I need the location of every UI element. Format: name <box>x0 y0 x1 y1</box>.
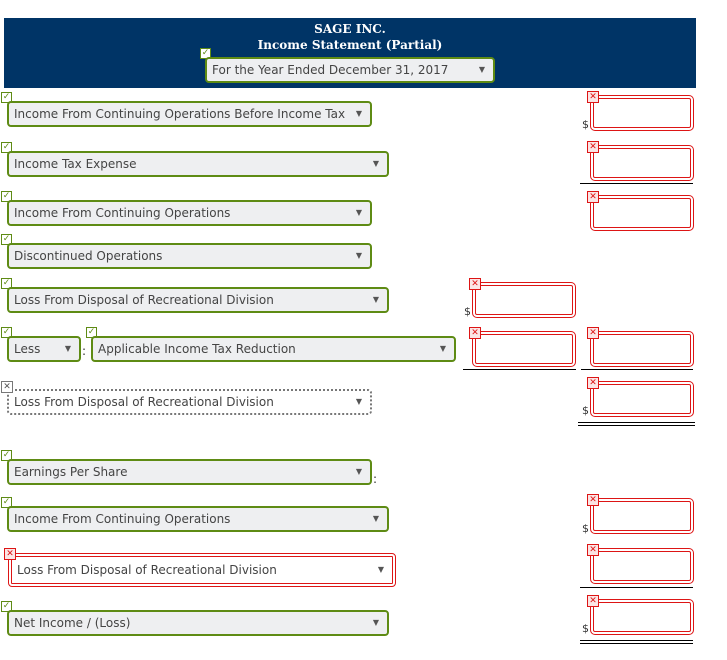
select-value: Income From Continuing Operations <box>14 206 231 220</box>
line-item-select[interactable]: Net Income / (Loss) ▼ <box>7 610 389 636</box>
unanswered-icon: ✕ <box>1 381 13 393</box>
incorrect-icon: ✕ <box>587 544 599 556</box>
subtotal-line <box>580 183 693 184</box>
chevron-down-icon: ▼ <box>478 65 485 74</box>
incorrect-icon: ✕ <box>469 327 481 339</box>
incorrect-icon: ✕ <box>587 141 599 153</box>
chevron-down-icon: ▼ <box>355 397 362 406</box>
chevron-down-icon: ▼ <box>439 344 446 353</box>
select-value: Loss From Disposal of Recreational Divis… <box>14 395 274 409</box>
line-item-select[interactable]: Income Tax Expense ▼ <box>7 151 389 177</box>
line-item-select[interactable]: Loss From Disposal of Recreational Divis… <box>7 287 389 313</box>
line-item-select[interactable]: Applicable Income Tax Reduction ▼ <box>91 336 456 362</box>
dollar-sign: $ <box>464 305 471 318</box>
statement-header: SAGE INC. Income Statement (Partial) ✓ F… <box>4 18 696 88</box>
amount-input[interactable] <box>590 145 694 181</box>
chevron-down-icon: ▼ <box>355 467 362 476</box>
chevron-down-icon: ▼ <box>372 514 379 523</box>
period-select[interactable]: For the Year Ended December 31, 2017 ▼ <box>205 57 495 83</box>
dollar-sign: $ <box>582 522 589 535</box>
select-value: Discontinued Operations <box>14 249 163 263</box>
colon-separator: : <box>373 472 378 486</box>
select-value: Net Income / (Loss) <box>14 616 131 630</box>
amount-input[interactable] <box>472 282 576 318</box>
select-value: Less <box>14 342 41 356</box>
amount-input[interactable] <box>590 548 694 584</box>
dollar-sign: $ <box>582 404 589 417</box>
chevron-down-icon: ▼ <box>355 251 362 260</box>
less-select[interactable]: Less ▼ <box>7 336 81 362</box>
amount-input[interactable] <box>590 195 694 231</box>
incorrect-icon: ✕ <box>587 327 599 339</box>
incorrect-icon: ✕ <box>587 191 599 203</box>
chevron-down-icon: ▼ <box>355 208 362 217</box>
chevron-down-icon: ▼ <box>372 618 379 627</box>
total-double-line <box>580 640 693 644</box>
chevron-down-icon: ▼ <box>355 109 362 118</box>
total-double-line <box>578 422 695 426</box>
amount-input[interactable] <box>590 381 694 417</box>
line-item-select[interactable]: Income From Continuing Operations Before… <box>7 101 372 127</box>
incorrect-icon: ✕ <box>587 494 599 506</box>
incorrect-icon: ✕ <box>587 91 599 103</box>
incorrect-icon: ✕ <box>587 595 599 607</box>
dollar-sign: $ <box>582 118 589 131</box>
dollar-sign: $ <box>582 622 589 635</box>
subtotal-line <box>581 369 693 370</box>
company-name: SAGE INC. <box>314 22 386 36</box>
incorrect-icon: ✕ <box>587 377 599 389</box>
incorrect-icon: ✕ <box>4 548 16 560</box>
select-value: Income From Continuing Operations Before… <box>14 107 346 121</box>
amount-input[interactable] <box>590 331 694 367</box>
select-value: Applicable Income Tax Reduction <box>98 342 296 356</box>
line-item-select[interactable]: Loss From Disposal of Recreational Divis… <box>8 553 396 587</box>
amount-input[interactable] <box>590 599 694 635</box>
chevron-down-icon: ▼ <box>64 344 71 353</box>
select-value: Loss From Disposal of Recreational Divis… <box>14 293 274 307</box>
statement-title: Income Statement (Partial) <box>257 38 443 52</box>
subtotal-line <box>463 369 576 370</box>
amount-input[interactable] <box>590 498 694 534</box>
line-item-select[interactable]: Loss From Disposal of Recreational Divis… <box>7 389 372 415</box>
line-item-select[interactable]: Income From Continuing Operations ▼ <box>7 200 372 226</box>
select-value: Income Tax Expense <box>14 157 137 171</box>
period-value: For the Year Ended December 31, 2017 <box>212 63 449 77</box>
subtotal-line <box>580 587 693 588</box>
amount-input[interactable] <box>590 95 694 131</box>
select-value: Loss From Disposal of Recreational Divis… <box>17 563 277 577</box>
chevron-down-icon: ▼ <box>372 159 379 168</box>
amount-input[interactable] <box>472 331 576 367</box>
select-value: Earnings Per Share <box>14 465 128 479</box>
line-item-select[interactable]: Discontinued Operations ▼ <box>7 243 372 269</box>
chevron-down-icon: ▼ <box>377 565 384 574</box>
chevron-down-icon: ▼ <box>372 295 379 304</box>
line-item-select[interactable]: Earnings Per Share ▼ <box>7 459 372 485</box>
line-item-select[interactable]: Income From Continuing Operations ▼ <box>7 506 389 532</box>
incorrect-icon: ✕ <box>469 278 481 290</box>
colon-separator: : <box>82 344 87 358</box>
select-value: Income From Continuing Operations <box>14 512 231 526</box>
